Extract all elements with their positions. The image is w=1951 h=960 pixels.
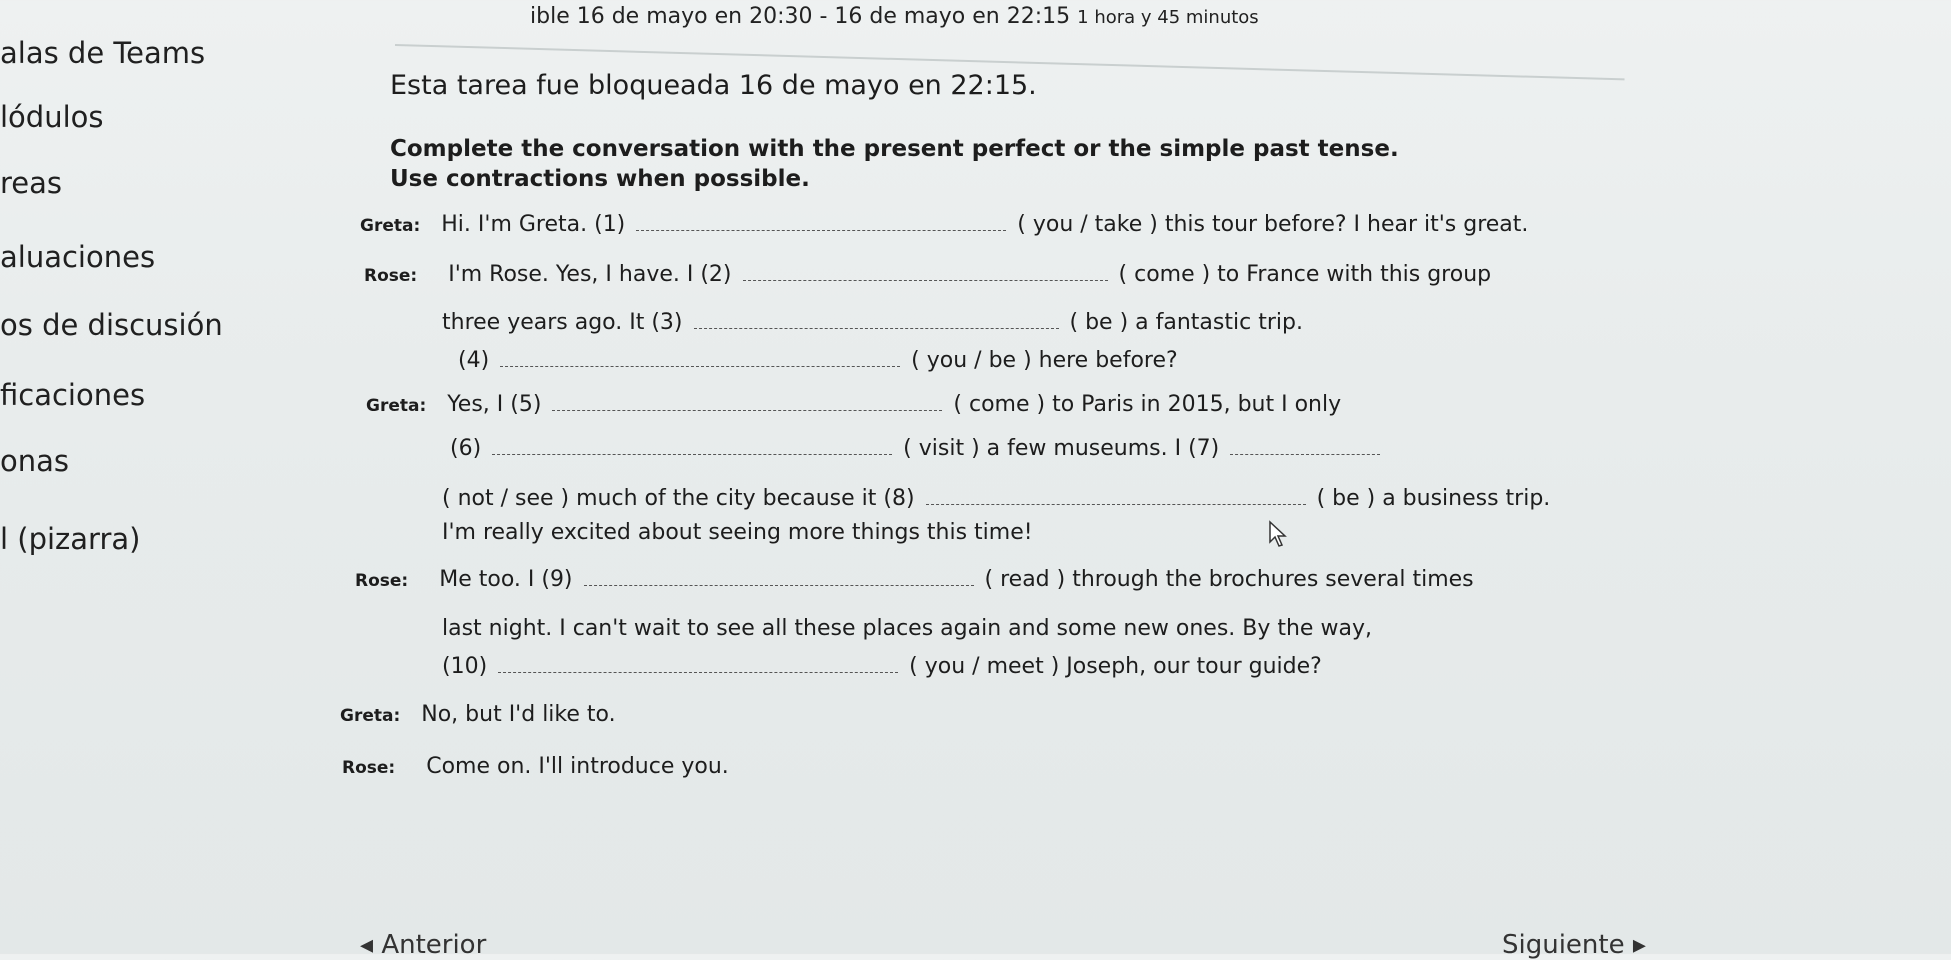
dialogue-line-10: last night. I can't wait to see all thes… xyxy=(442,616,1372,641)
verb-hint: ( read ) through the brochures several t… xyxy=(984,567,1474,592)
speaker-label: Rose: xyxy=(364,266,418,286)
answer-blank-10 xyxy=(498,671,899,673)
answer-blank-1 xyxy=(636,229,1007,231)
dialogue-line-6: (6) ( visit ) a few museums. I (7) xyxy=(450,436,1384,461)
line-text: ( not / see ) much of the city because i… xyxy=(442,486,915,511)
previous-button[interactable]: ◂ Anterior xyxy=(360,930,486,960)
line-text: Yes, I (5) xyxy=(447,392,542,417)
sidebar-item-evaluations[interactable]: aluaciones xyxy=(0,240,155,274)
exercise-instructions: Complete the conversation with the prese… xyxy=(390,134,1399,194)
answer-blank-2 xyxy=(742,279,1108,281)
sidebar-item-people[interactable]: onas xyxy=(0,444,69,478)
line-text: Hi. I'm Greta. (1) xyxy=(441,212,626,237)
dialogue-line-13: Rose: Come on. I'll introduce you. xyxy=(342,754,729,779)
dialogue-line-8: I'm really excited about seeing more thi… xyxy=(442,520,1033,545)
verb-hint: ( you / be ) here before? xyxy=(911,348,1178,373)
line-text: Me too. I (9) xyxy=(439,567,573,592)
verb-hint: ( you / take ) this tour before? I hear … xyxy=(1017,212,1529,237)
dialogue-line-1: Greta: Hi. I'm Greta. (1) ( you / take )… xyxy=(360,212,1528,237)
next-button[interactable]: Siguiente ▸ xyxy=(1502,930,1646,960)
locked-notice: Esta tarea fue bloqueada 16 de mayo en 2… xyxy=(390,70,1037,101)
dialogue-line-11: (10) ( you / meet ) Joseph, our tour gui… xyxy=(442,654,1322,679)
answer-blank-5 xyxy=(552,409,943,411)
verb-hint: ( come ) to Paris in 2015, but I only xyxy=(953,392,1342,417)
answer-blank-6 xyxy=(492,453,893,455)
speaker-label: Rose: xyxy=(342,758,396,778)
schedule-duration: 1 hora y 45 minutos xyxy=(1077,7,1259,28)
verb-hint: ( you / meet ) Joseph, our tour guide? xyxy=(909,654,1322,679)
schedule-header: ible 16 de mayo en 20:30 - 16 de mayo en… xyxy=(530,4,1259,29)
verb-hint: ( be ) a fantastic trip. xyxy=(1069,310,1303,335)
sidebar-item-discussions[interactable]: os de discusión xyxy=(0,308,223,342)
answer-blank-9 xyxy=(583,584,974,586)
line-text: (4) xyxy=(458,348,490,373)
sidebar-item-grades[interactable]: ficaciones xyxy=(0,378,145,412)
answer-blank-7 xyxy=(1230,453,1381,455)
dialogue-line-9: Rose: Me too. I (9) ( read ) through the… xyxy=(355,567,1474,592)
sidebar-item-tasks[interactable]: reas xyxy=(0,166,62,200)
sidebar-item-teams[interactable]: alas de Teams xyxy=(0,36,205,70)
line-text: No, but I'd like to. xyxy=(421,702,616,727)
speaker-label: Greta: xyxy=(340,706,401,726)
dialogue-line-4: (4) ( you / be ) here before? xyxy=(458,348,1178,373)
schedule-range: 16 de mayo en 20:30 - 16 de mayo en 22:1… xyxy=(576,4,1071,29)
answer-blank-8 xyxy=(925,503,1306,505)
verb-hint: ( be ) a business trip. xyxy=(1316,486,1551,511)
instructions-line-2: Use contractions when possible. xyxy=(390,166,810,192)
line-text: (6) xyxy=(450,436,482,461)
answer-blank-4 xyxy=(500,365,901,367)
verb-hint: ( visit ) a few museums. I (7) xyxy=(903,436,1220,461)
dialogue-line-12: Greta: No, but I'd like to. xyxy=(340,702,616,727)
line-text: Come on. I'll introduce you. xyxy=(426,754,729,779)
line-text: (10) xyxy=(442,654,488,679)
mouse-pointer-icon xyxy=(1268,520,1290,552)
line-text: I'm Rose. Yes, I have. I (2) xyxy=(448,262,732,287)
speaker-label: Greta: xyxy=(360,216,421,236)
speaker-label: Rose: xyxy=(355,571,409,591)
sidebar-item-whiteboard[interactable]: l (pizarra) xyxy=(0,522,140,556)
speaker-label: Greta: xyxy=(366,396,427,416)
line-text: three years ago. It (3) xyxy=(442,310,683,335)
dialogue-line-5: Greta: Yes, I (5) ( come ) to Paris in 2… xyxy=(366,392,1341,417)
sidebar-item-modules[interactable]: lódulos xyxy=(0,100,104,134)
schedule-prefix: ible xyxy=(530,4,570,29)
dialogue-line-7: ( not / see ) much of the city because i… xyxy=(442,486,1550,511)
verb-hint: ( come ) to France with this group xyxy=(1118,262,1492,287)
dialogue-line-2: Rose: I'm Rose. Yes, I have. I (2) ( com… xyxy=(364,262,1491,287)
instructions-line-1: Complete the conversation with the prese… xyxy=(390,136,1399,162)
dialogue-line-3: three years ago. It (3) ( be ) a fantast… xyxy=(442,310,1303,335)
answer-blank-3 xyxy=(693,327,1059,329)
